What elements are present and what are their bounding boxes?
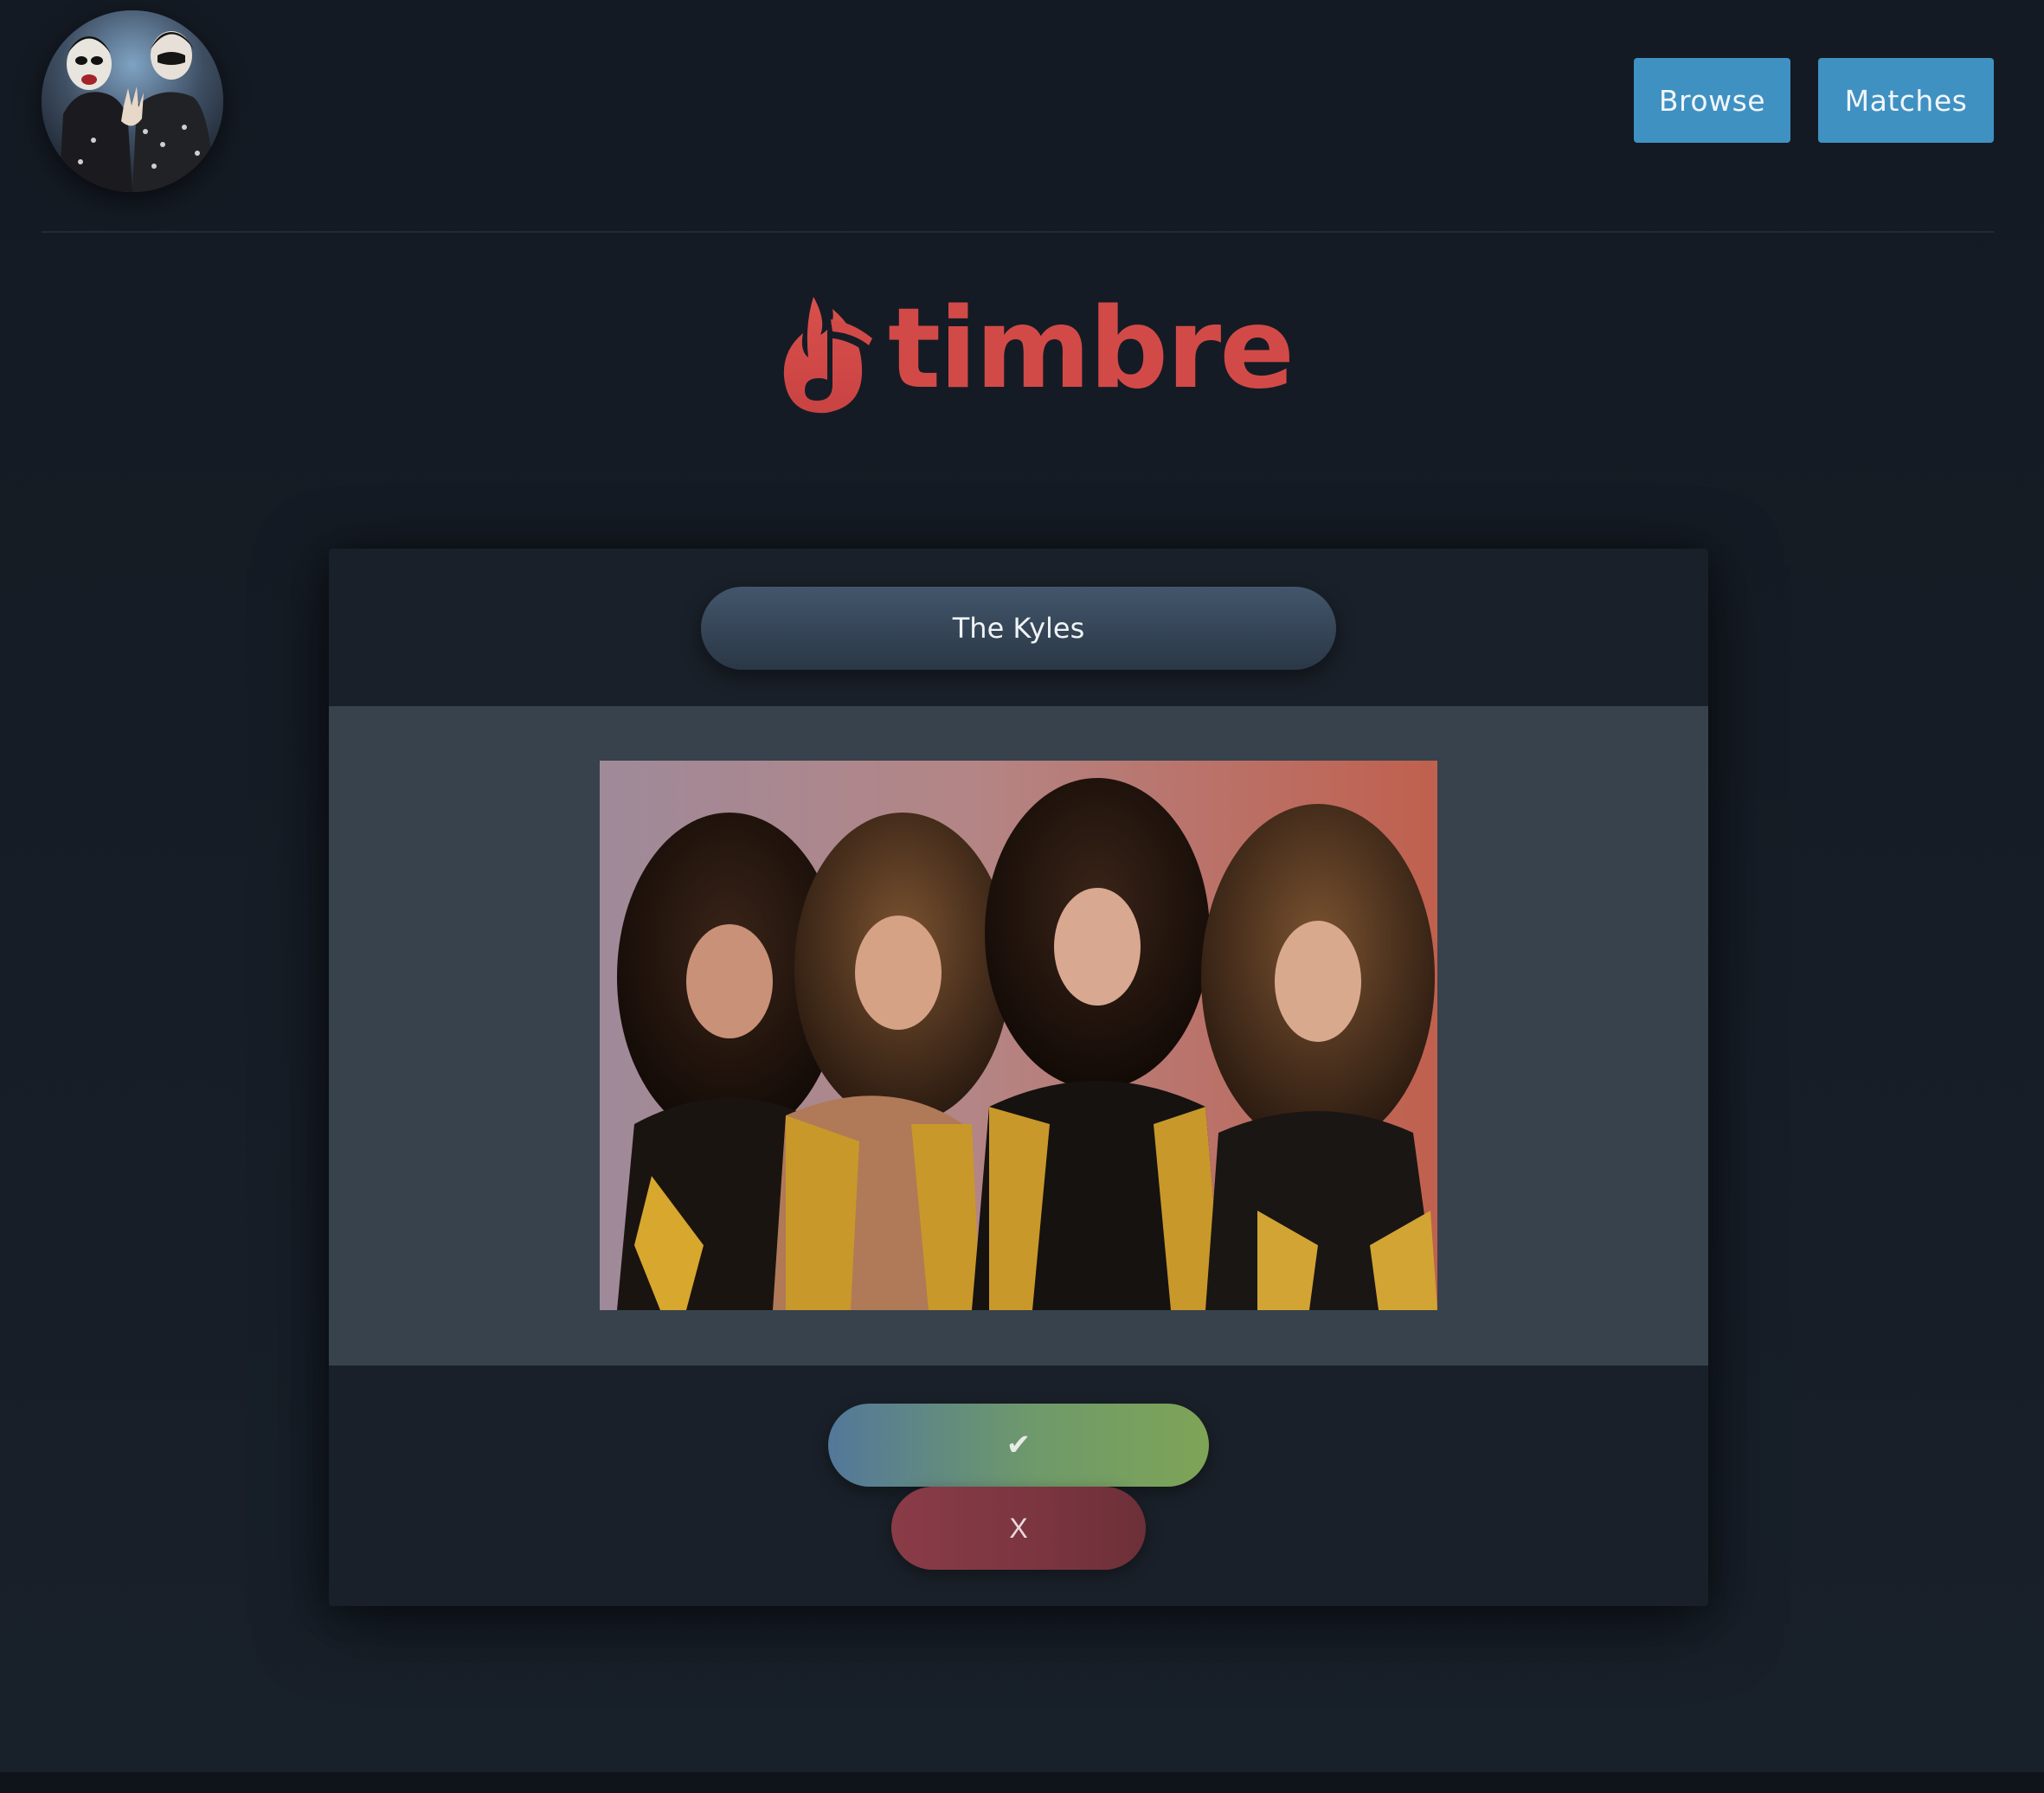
dislike-button[interactable]: X: [891, 1487, 1146, 1570]
matches-button[interactable]: Matches: [1818, 58, 1994, 143]
logo-wordmark: timbre: [888, 285, 1295, 414]
user-avatar[interactable]: [42, 10, 223, 192]
flame-music-note-icon: [783, 297, 872, 414]
like-button[interactable]: ✔: [828, 1404, 1209, 1487]
band-name: The Kyles: [701, 587, 1336, 670]
browse-button[interactable]: Browse: [1634, 58, 1790, 143]
avatar-image: [42, 10, 223, 192]
timbre-logo: timbre: [779, 286, 1295, 424]
bottom-strip: [0, 1772, 2044, 1793]
band-photo: [600, 761, 1437, 1310]
photo-panel: [329, 706, 1708, 1366]
header-divider: [42, 231, 1994, 233]
band-photo-image: [600, 761, 1437, 1310]
band-card: The Kyles ✔ X: [329, 549, 1708, 1606]
